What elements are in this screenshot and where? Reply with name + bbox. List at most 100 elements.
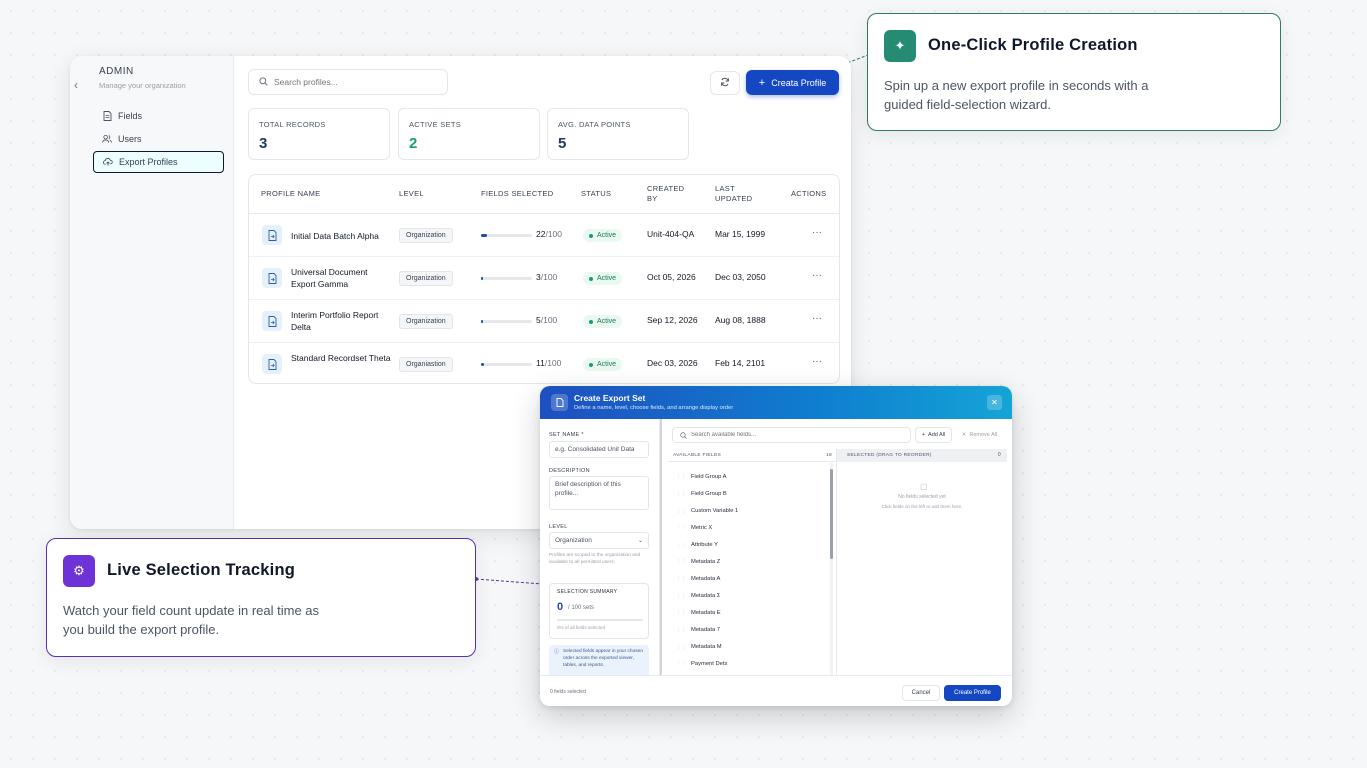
create-profile-submit-button[interactable]: Create Profile	[944, 685, 1001, 701]
available-field-item[interactable]: ⋮⋮ Metadata 7	[668, 623, 828, 637]
fields-total: /100	[540, 272, 558, 282]
users-icon	[102, 134, 112, 144]
table-row[interactable]: Standard Recordset Theta Organiastion 11…	[249, 343, 839, 386]
available-field-item[interactable]: ⋮⋮ Metadata Σ	[668, 589, 828, 603]
row-actions-menu-icon[interactable]: ···	[812, 356, 822, 367]
create-profile-label: Creata Profile	[771, 77, 827, 88]
available-field-item[interactable]: ⋮⋮ Metadata E	[668, 606, 828, 620]
level-badge: Organization	[399, 228, 453, 243]
drag-handle-icon[interactable]: ⋮⋮	[676, 542, 686, 548]
available-field-item[interactable]: ⋮⋮ Field Group A	[668, 470, 828, 484]
available-field-item[interactable]: ⋮⋮ Metadata M	[668, 640, 828, 654]
drag-handle-icon[interactable]: ⋮⋮	[676, 610, 686, 616]
fields-progress-bar	[481, 320, 532, 323]
field-search[interactable]	[672, 427, 911, 443]
available-field-item[interactable]: ⋮⋮ Metadata A	[668, 572, 828, 586]
table-row[interactable]: Interim Portfolio Report Delta Organizat…	[249, 300, 839, 343]
field-search-input[interactable]	[691, 432, 891, 438]
fields-progress-bar	[481, 234, 532, 237]
drag-handle-icon[interactable]: ⋮⋮	[676, 644, 686, 650]
column-header-fields-selected[interactable]: FIELDS SELECTED	[481, 175, 553, 213]
modal-title: Create Export Set	[574, 393, 646, 403]
remove-all-button[interactable]: ✕ Remove All	[957, 427, 1002, 443]
modal-subtitle: Define a name, level, choose fields, and…	[574, 405, 734, 411]
panel-divider	[660, 419, 662, 675]
create-profile-button[interactable]: + Creata Profile	[746, 70, 839, 95]
drag-handle-icon[interactable]: ⋮⋮	[676, 559, 686, 565]
info-text: Selected fields appear in your chosen or…	[563, 649, 643, 668]
column-header-last-updated[interactable]: LAST UPDATED	[715, 175, 760, 213]
created-by: Unit-404-QA	[647, 229, 695, 239]
drag-handle-icon[interactable]: ⋮⋮	[676, 661, 686, 667]
fields-progress-fill	[481, 320, 484, 323]
stat-card-active-sets: ACTIVE SETS 2	[398, 108, 540, 160]
file-icon	[551, 394, 568, 411]
drag-handle-icon[interactable]: ⋮⋮	[676, 525, 686, 531]
column-header-status[interactable]: STATUS	[581, 175, 611, 213]
description-label: DESCRIPTION	[549, 468, 590, 474]
callout-body: Spin up a new export profile in seconds …	[884, 78, 1149, 112]
collapse-sidebar-button[interactable]: ‹	[74, 78, 78, 92]
status-badge: Active	[583, 272, 623, 285]
sidebar-item-users[interactable]: Users	[93, 128, 224, 150]
table-row[interactable]: Universal Document Export Gamma Organiza…	[249, 257, 839, 300]
stat-label: TOTAL RECORDS	[259, 120, 326, 129]
refresh-button[interactable]	[710, 71, 740, 95]
set-name-input[interactable]: e.g. Consolidated Unit Data	[549, 441, 649, 458]
column-header-created-by[interactable]: CREATED BY	[647, 175, 687, 213]
sidebar-item-fields[interactable]: Fields	[93, 105, 224, 127]
empty-state-subtitle: Click fields on the left to add them her…	[881, 504, 963, 509]
row-actions-menu-icon[interactable]: ···	[812, 270, 822, 281]
available-field-item[interactable]: ⋮⋮ Attribute Y	[668, 538, 828, 552]
available-field-item[interactable]: ⋮⋮ Metric X	[668, 521, 828, 535]
column-header-actions: ACTIONS	[791, 189, 827, 198]
column-header-level[interactable]: LEVEL	[399, 175, 424, 213]
description-textarea[interactable]: Brief description of this profile...	[549, 476, 649, 510]
available-field-item[interactable]: ⋮⋮ Custom Variable 1	[668, 504, 828, 518]
row-actions-menu-icon[interactable]: ···	[812, 313, 822, 324]
summary-title: SELECTION SUMMARY	[557, 589, 618, 595]
status-text: Active	[597, 232, 617, 239]
status-text: Active	[597, 275, 617, 282]
add-all-button[interactable]: + Add All	[915, 427, 952, 443]
column-header-profile-name[interactable]: PROFILE NAME	[261, 175, 320, 213]
drag-handle-icon[interactable]: ⋮⋮	[676, 627, 686, 633]
profile-name[interactable]: Initial Data Batch Alpha	[291, 230, 393, 242]
available-field-item[interactable]: ⋮⋮ Field Group B	[668, 487, 828, 501]
available-fields-header: AVAILABLE FIELDS 18	[668, 449, 835, 462]
fields-scrollbar-thumb[interactable]	[830, 469, 833, 559]
stat-card-total-records: TOTAL RECORDS 3	[248, 108, 390, 160]
level-hint: Profiles are scoped to the organization …	[549, 553, 641, 565]
status-dot	[589, 362, 593, 367]
close-icon[interactable]: ✕	[987, 395, 1002, 410]
profile-name[interactable]: Interim Portfolio Report Delta	[291, 309, 393, 333]
available-field-item[interactable]: ⋮⋮ Metadata Z	[668, 555, 828, 569]
fields-scrollbar[interactable]	[830, 463, 833, 677]
field-label: Attribute Y	[691, 542, 718, 548]
profile-search[interactable]	[248, 69, 448, 95]
status-badge: Active	[583, 358, 623, 371]
fields-progress-fill	[481, 363, 484, 366]
cancel-button[interactable]: Cancel	[902, 685, 940, 701]
callout-live-selection-tracking: ⚙ Live Selection Tracking Watch your fie…	[46, 538, 476, 657]
profile-name[interactable]: Standard Recordset Theta	[291, 352, 393, 364]
drag-handle-icon[interactable]: ⋮⋮	[676, 576, 686, 582]
drag-handle-icon[interactable]: ⋮⋮	[676, 593, 686, 599]
row-actions-menu-icon[interactable]: ···	[812, 227, 822, 238]
drag-handle-icon[interactable]: ⋮⋮	[676, 474, 686, 480]
level-select[interactable]: Organization ⌄	[549, 532, 649, 549]
profile-name[interactable]: Universal Document Export Gamma	[291, 266, 393, 290]
available-field-item[interactable]: ⋮⋮ Payment Dets	[668, 657, 828, 671]
search-input[interactable]	[274, 77, 434, 87]
empty-list-icon: ▢	[920, 482, 928, 491]
selected-fields-label: SELECTED (DRAG TO REORDER)	[847, 453, 932, 458]
sidebar-item-export-profiles[interactable]: Export Profiles	[93, 151, 224, 173]
remove-all-label: Remove All	[969, 432, 998, 438]
table-row[interactable]: Initial Data Batch Alpha Organization 22…	[249, 214, 839, 257]
create-export-set-modal: Create Export Set Define a name, level, …	[540, 386, 1012, 706]
status-dot	[589, 319, 593, 324]
file-export-icon	[262, 268, 282, 288]
drag-handle-icon[interactable]: ⋮⋮	[676, 491, 686, 497]
gear-icon: ⚙	[63, 555, 95, 587]
drag-handle-icon[interactable]: ⋮⋮	[676, 508, 686, 514]
